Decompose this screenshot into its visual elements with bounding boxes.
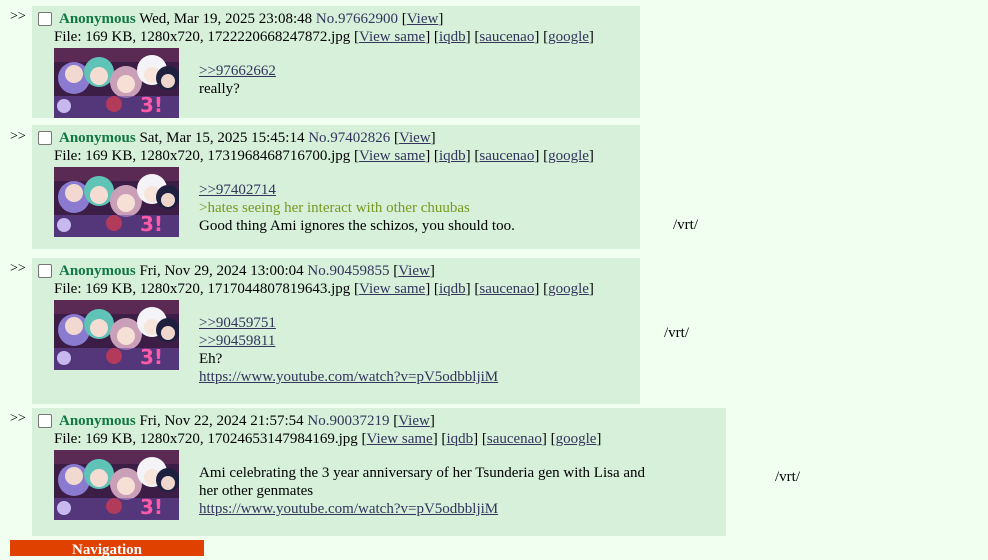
post-reply: Anonymous Sat, Mar 15, 2025 15:45:14 No.…: [32, 125, 640, 249]
post-number-link[interactable]: No.90459855: [307, 263, 389, 279]
google-link[interactable]: google: [556, 431, 597, 447]
post-checkbox[interactable]: [38, 131, 52, 145]
post-body: >>90459751 >>90459811 Eh? https://www.yo…: [199, 314, 498, 386]
iqdb-link[interactable]: iqdb: [446, 431, 473, 447]
post-number-link[interactable]: No.97662900: [316, 11, 398, 27]
post-text: Ami celebrating the 3 year anniversary o…: [199, 465, 646, 481]
saucenao-link[interactable]: saucenao: [487, 431, 542, 447]
post-datetime: Wed, Mar 19, 2025 23:08:48: [139, 11, 313, 27]
post-body: >>97402714 >hates seeing her interact wi…: [199, 181, 515, 235]
post-body: >>97662662 really?: [199, 62, 276, 98]
view-same-link[interactable]: View same: [359, 29, 425, 45]
google-link[interactable]: google: [548, 29, 589, 45]
file-details: File: 169 KB, 1280x720, 1702465314798416…: [54, 431, 358, 447]
iqdb-link[interactable]: iqdb: [439, 29, 466, 45]
view-link[interactable]: View: [407, 11, 439, 27]
post-number-link[interactable]: No.90037219: [307, 413, 389, 429]
quote-link[interactable]: >>97662662: [199, 63, 276, 79]
view-same-link[interactable]: View same: [359, 281, 425, 297]
board-label: /vrt/: [664, 325, 689, 341]
navigation-bar[interactable]: Navigation: [10, 540, 204, 558]
file-details: File: 169 KB, 1280x720, 1717044807819643…: [54, 281, 351, 297]
post-checkbox[interactable]: [38, 414, 52, 428]
file-info: File: 169 KB, 1280x720, 1717044807819643…: [54, 281, 594, 297]
post-checkbox[interactable]: [38, 12, 52, 26]
post-info: Anonymous Sat, Mar 15, 2025 15:45:14 No.…: [59, 130, 436, 146]
quote-link[interactable]: >>90459811: [199, 333, 275, 349]
post-text: Eh?: [199, 351, 223, 367]
file-info: File: 169 KB, 1280x720, 1722220668247872…: [54, 29, 594, 45]
post-datetime: Sat, Mar 15, 2025 15:45:14: [139, 130, 305, 146]
youtube-link[interactable]: https://www.youtube.com/watch?v=pV5odbbl…: [199, 501, 498, 517]
post-thumbnail[interactable]: [54, 450, 179, 520]
file-info: File: 169 KB, 1280x720, 1702465314798416…: [54, 431, 602, 447]
youtube-link[interactable]: https://www.youtube.com/watch?v=pV5odbbl…: [199, 369, 498, 385]
saucenao-link[interactable]: saucenao: [479, 29, 534, 45]
post-arrows: >>: [10, 411, 26, 426]
view-link[interactable]: View: [398, 413, 430, 429]
view-link[interactable]: View: [398, 263, 430, 279]
google-link[interactable]: google: [548, 148, 589, 164]
post-thumbnail[interactable]: [54, 167, 179, 237]
quote-link[interactable]: >>97402714: [199, 182, 276, 198]
post-text: Good thing Ami ignores the schizos, you …: [199, 218, 515, 234]
post-arrows: >>: [10, 9, 26, 24]
view-link[interactable]: View: [399, 130, 431, 146]
post-checkbox[interactable]: [38, 264, 52, 278]
file-details: File: 169 KB, 1280x720, 1722220668247872…: [54, 29, 351, 45]
iqdb-link[interactable]: iqdb: [439, 281, 466, 297]
post-body: Ami celebrating the 3 year anniversary o…: [199, 464, 645, 518]
post-reply: Anonymous Fri, Nov 29, 2024 13:00:04 No.…: [32, 258, 640, 404]
post-datetime: Fri, Nov 29, 2024 13:00:04: [139, 263, 304, 279]
saucenao-link[interactable]: saucenao: [479, 148, 534, 164]
post-number-link[interactable]: No.97402826: [308, 130, 390, 146]
poster-name: Anonymous: [59, 11, 136, 27]
post-info: Anonymous Wed, Mar 19, 2025 23:08:48 No.…: [59, 11, 444, 27]
post-thumbnail[interactable]: [54, 300, 179, 370]
poster-name: Anonymous: [59, 413, 136, 429]
file-details: File: 169 KB, 1280x720, 1731968468716700…: [54, 148, 351, 164]
post-reply: Anonymous Fri, Nov 22, 2024 21:57:54 No.…: [32, 408, 726, 536]
poster-name: Anonymous: [59, 130, 136, 146]
post-info: Anonymous Fri, Nov 29, 2024 13:00:04 No.…: [59, 263, 435, 279]
view-same-link[interactable]: View same: [367, 431, 433, 447]
quote-link[interactable]: >>90459751: [199, 315, 276, 331]
greentext-line: >hates seeing her interact with other ch…: [199, 200, 470, 216]
post-arrows: >>: [10, 129, 26, 144]
board-label: /vrt/: [673, 217, 698, 233]
post-text: her other genmates: [199, 483, 314, 499]
view-same-link[interactable]: View same: [359, 148, 425, 164]
post-reply: Anonymous Wed, Mar 19, 2025 23:08:48 No.…: [32, 6, 640, 118]
google-link[interactable]: google: [548, 281, 589, 297]
post-thumbnail[interactable]: [54, 48, 179, 118]
poster-name: Anonymous: [59, 263, 136, 279]
post-text: really?: [199, 81, 240, 97]
board-label: /vrt/: [775, 469, 800, 485]
post-arrows: >>: [10, 261, 26, 276]
post-datetime: Fri, Nov 22, 2024 21:57:54: [139, 413, 304, 429]
saucenao-link[interactable]: saucenao: [479, 281, 534, 297]
post-info: Anonymous Fri, Nov 22, 2024 21:57:54 No.…: [59, 413, 435, 429]
iqdb-link[interactable]: iqdb: [439, 148, 466, 164]
file-info: File: 169 KB, 1280x720, 1731968468716700…: [54, 148, 594, 164]
